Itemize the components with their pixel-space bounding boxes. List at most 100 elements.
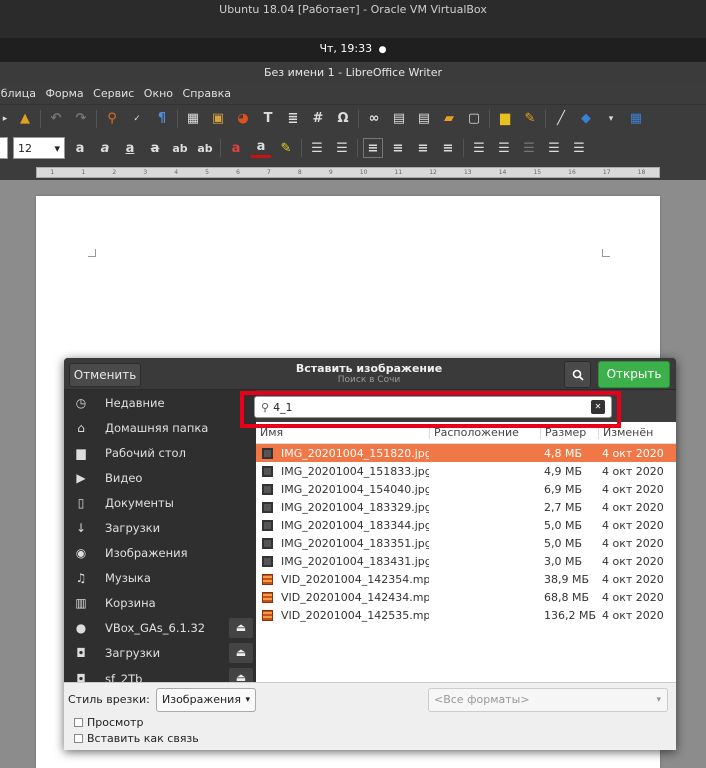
file-row[interactable]: IMG_20201004_183344.jpg 5,0 МБ 4 окт 2020 (256, 516, 676, 534)
track-changes-icon[interactable]: ✎ (520, 109, 540, 129)
menu-window[interactable]: Окно (144, 87, 173, 100)
paragraph-spacing-icon[interactable]: ☰ (494, 138, 514, 158)
file-row[interactable]: IMG_20201004_154040.jpg 6,9 МБ 4 окт 2020 (256, 480, 676, 498)
place-vbox-gas[interactable]: ● VBox_GAs_6.1.32 ⏏ (64, 616, 256, 641)
align-left-icon[interactable]: ≡ (363, 138, 383, 158)
horizontal-ruler[interactable]: 1 1 2 3 4 5 6 7 8 9 10 11 12 13 14 15 16… (0, 164, 706, 180)
file-format-select[interactable]: <Все форматы> ▾ (428, 688, 668, 712)
checkbox-box[interactable] (74, 718, 83, 727)
cancel-button[interactable]: Отменить (69, 363, 141, 387)
frame-style-select[interactable]: Изображения ▾ (156, 688, 256, 712)
subscript-icon[interactable]: ab (195, 138, 215, 158)
special-character-icon[interactable]: Ω (333, 109, 353, 129)
underline-icon[interactable]: a (120, 138, 140, 158)
justify-icon[interactable]: ≡ (438, 138, 458, 158)
line-icon[interactable]: ╱ (551, 109, 571, 129)
italic-icon[interactable]: a (95, 138, 115, 158)
eject-icon[interactable]: ⏏ (229, 642, 253, 663)
place-music[interactable]: ♫ Музыка (64, 566, 256, 591)
decrease-spacing-icon[interactable]: ☰ (519, 138, 539, 158)
formatting-marks-icon[interactable]: ¶ (152, 109, 172, 129)
increase-indent-icon[interactable]: ☰ (544, 138, 564, 158)
video-icon: ▶ (76, 470, 86, 485)
align-right-icon[interactable]: ≡ (413, 138, 433, 158)
insert-field-icon[interactable]: # (308, 109, 328, 129)
image-file-icon (262, 483, 273, 495)
undo-icon[interactable]: ↶ (46, 109, 66, 129)
preview-checkbox[interactable]: Просмотр (74, 716, 143, 729)
file-row[interactable]: IMG_20201004_183431.jpg 3,0 МБ 4 окт 2020 (256, 552, 676, 570)
bold-icon[interactable]: a (70, 138, 90, 158)
separator (40, 109, 41, 128)
highlight-color-icon[interactable]: ✎ (276, 138, 296, 158)
footnote-icon[interactable]: ▤ (389, 109, 409, 129)
place-sf-2tb[interactable]: ◘ sf_2Tb ⏏ (64, 666, 256, 682)
superscript-icon[interactable]: ab (170, 138, 190, 158)
place-downloads-share[interactable]: ◘ Загрузки ⏏ (64, 641, 256, 666)
file-row[interactable]: IMG_20201004_151833.jpg 4,9 МБ 4 окт 2020 (256, 462, 676, 480)
redo-icon[interactable]: ↷ (71, 109, 91, 129)
place-recent[interactable]: ◷ Недавние (64, 390, 256, 415)
place-home[interactable]: ⌂ Домашняя папка (64, 415, 256, 440)
strikethrough-icon[interactable]: a (145, 138, 165, 158)
dropdown-arrow-icon[interactable]: ▸ (0, 109, 10, 129)
decrease-indent-icon[interactable]: ☰ (569, 138, 589, 158)
file-row[interactable]: VID_20201004_142434.mp4 68,8 МБ 4 окт 2020 (256, 588, 676, 606)
bookmark-icon[interactable]: ▰ (439, 109, 459, 129)
align-center-icon[interactable]: ≡ (388, 138, 408, 158)
place-label: Недавние (105, 395, 165, 410)
hyperlink-icon[interactable]: ∞ (364, 109, 384, 129)
clear-formatting-icon[interactable]: a (226, 138, 246, 158)
place-documents[interactable]: ▯ Документы (64, 490, 256, 515)
dialog-footer: Стиль врезки: Изображения ▾ <Все форматы>… (64, 682, 676, 750)
ruler-number: 3 (143, 169, 148, 176)
line-spacing-icon[interactable]: ☰ (469, 138, 489, 158)
search-toggle-button[interactable] (564, 361, 591, 388)
bullets-icon[interactable]: ☰ (307, 138, 327, 158)
eject-icon[interactable]: ⏏ (229, 617, 253, 638)
page-break-icon[interactable]: ≣ (283, 109, 303, 129)
place-desktop[interactable]: ▆ Рабочий стол (64, 440, 256, 465)
file-row[interactable]: IMG_20201004_151820.jpg 4,8 МБ 4 окт 2020 (256, 444, 676, 462)
comment-icon[interactable]: ▆ (495, 109, 515, 129)
menu-format[interactable]: Форма (45, 87, 83, 100)
file-size: 6,9 МБ (544, 482, 583, 496)
file-row[interactable]: VID_20201004_142354.mp4 38,9 МБ 4 окт 2020 (256, 570, 676, 588)
place-trash[interactable]: ▥ Корзина (64, 591, 256, 616)
font-color-icon[interactable]: a (251, 138, 271, 158)
file-name: IMG_20201004_154040.jpg (281, 482, 429, 496)
insert-as-link-checkbox[interactable]: Вставить как связь (74, 732, 199, 745)
numbering-icon[interactable]: ☰ (332, 138, 352, 158)
clone-formatting-icon[interactable]: ▲ (15, 109, 35, 129)
dropdown-arrow-icon[interactable]: ▾ (601, 109, 621, 129)
font-size-combo[interactable]: 12 ▾ (13, 137, 65, 159)
open-button[interactable]: Открыть (598, 361, 670, 388)
file-row[interactable]: IMG_20201004_183351.jpg 5,0 МБ 4 окт 2020 (256, 534, 676, 552)
file-row[interactable]: IMG_20201004_183329.jpg 2,7 МБ 4 окт 2020 (256, 498, 676, 516)
insert-chart-icon[interactable]: ◕ (233, 109, 253, 129)
file-name: IMG_20201004_183351.jpg (281, 536, 429, 550)
place-downloads[interactable]: ↓ Загрузки (64, 515, 256, 540)
clock[interactable]: Чт, 19:33 (319, 42, 372, 55)
place-label: Загрузки (105, 646, 161, 661)
eject-icon[interactable]: ⏏ (229, 668, 253, 682)
grid-icon[interactable]: ▦ (626, 109, 646, 129)
menu-help[interactable]: Справка (183, 87, 231, 100)
file-row[interactable]: VID_20201004_142535.mp4 136,2 МБ 4 окт 202… (256, 606, 676, 624)
insert-textbox-icon[interactable]: T (258, 109, 278, 129)
font-name-combo[interactable] (0, 137, 8, 159)
endnote-icon[interactable]: ▤ (414, 109, 434, 129)
insert-table-icon[interactable]: ▦ (183, 109, 203, 129)
place-videos[interactable]: ▶ Видео (64, 465, 256, 490)
insert-image-icon[interactable]: ▣ (208, 109, 228, 129)
menu-table[interactable]: аблица (0, 87, 36, 100)
ruler-number: 13 (463, 169, 472, 176)
cross-reference-icon[interactable]: ▢ (464, 109, 484, 129)
place-pictures[interactable]: ◉ Изображения (64, 541, 256, 566)
ruler-number: 7 (267, 169, 271, 176)
basic-shapes-icon[interactable]: ◆ (576, 109, 596, 129)
menu-tools[interactable]: Сервис (93, 87, 134, 100)
find-replace-icon[interactable]: ⚲ (102, 109, 122, 129)
spellcheck-icon[interactable]: ✓ (127, 109, 147, 129)
checkbox-box[interactable] (74, 734, 83, 743)
